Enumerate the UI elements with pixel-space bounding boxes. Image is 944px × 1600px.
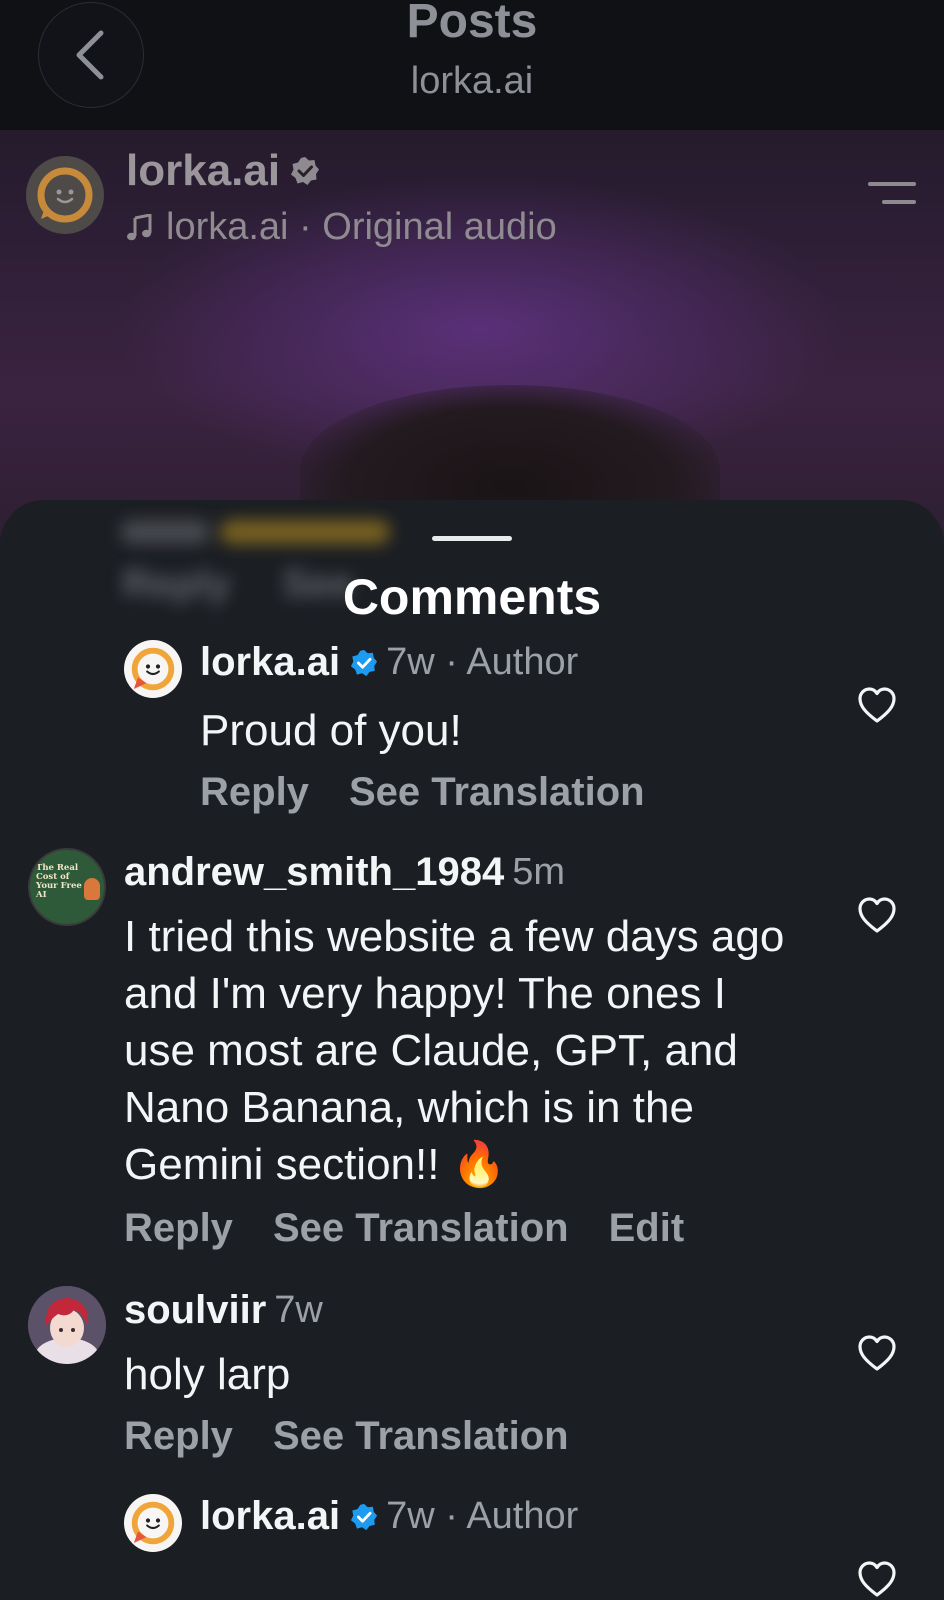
heart-icon[interactable] xyxy=(856,1558,898,1600)
see-translation-button[interactable]: See Translation xyxy=(273,1414,569,1459)
comment-username[interactable]: andrew_smith_1984 xyxy=(124,850,504,895)
sheet-title: Comments xyxy=(342,569,602,625)
comment-username[interactable]: lorka.ai xyxy=(200,640,340,685)
comment-meta: 7w · Author xyxy=(386,1495,579,1537)
ghost-previous-comment xyxy=(120,514,400,554)
avatar-book-cover: The Real Cost of Your Free AI xyxy=(36,863,82,900)
comment-username[interactable]: lorka.ai xyxy=(200,1494,340,1539)
comment-meta: 5m xyxy=(512,851,565,893)
comment-text: Proud of you! xyxy=(200,706,462,755)
lorka-logo-icon xyxy=(37,167,93,223)
post-audio-label: lorka.ai · Original audio xyxy=(166,206,557,248)
comment-text: holy larp xyxy=(124,1350,291,1399)
post-author-avatar[interactable] xyxy=(26,156,104,234)
edit-button[interactable]: Edit xyxy=(609,1206,685,1251)
comment-meta: 7w · Author xyxy=(386,641,579,683)
lorka-logo-icon xyxy=(131,1501,175,1545)
avatar[interactable]: The Real Cost of Your Free AI xyxy=(28,848,106,926)
verified-icon xyxy=(350,1503,378,1531)
music-note-icon xyxy=(127,213,152,240)
avatar[interactable] xyxy=(124,640,182,698)
post-author-name: lorka.ai xyxy=(126,146,281,195)
verified-icon xyxy=(350,649,378,677)
verified-icon xyxy=(291,157,320,185)
comments-sheet: Reply See Comments lorka.ai 7w · Author … xyxy=(0,500,944,1600)
heart-icon[interactable] xyxy=(856,684,898,726)
avatar[interactable] xyxy=(28,1286,106,1364)
comment-text: I tried this website a few days ago and … xyxy=(124,912,785,1189)
see-translation-button[interactable]: See Translation xyxy=(273,1206,569,1251)
menu-icon[interactable] xyxy=(866,182,916,212)
top-bar: Posts lorka.ai xyxy=(0,0,944,130)
reply-button[interactable]: Reply xyxy=(124,1206,233,1251)
heart-icon[interactable] xyxy=(856,1332,898,1374)
avatar[interactable] xyxy=(124,1494,182,1552)
heart-icon[interactable] xyxy=(856,894,898,936)
page-subtitle: lorka.ai xyxy=(410,60,534,102)
reply-button[interactable]: Reply xyxy=(124,1414,233,1459)
lorka-logo-icon xyxy=(131,647,175,691)
comment-meta: 7w xyxy=(274,1289,323,1331)
reply-button[interactable]: Reply xyxy=(200,770,309,815)
avatar-fox-illustration xyxy=(84,878,100,900)
sheet-grabber[interactable] xyxy=(432,536,512,541)
post-audio-row[interactable]: lorka.ai · Original audio xyxy=(126,206,557,249)
anime-avatar-illustration xyxy=(28,1286,106,1364)
comment-username[interactable]: soulviir xyxy=(124,1288,266,1333)
page-title: Posts xyxy=(406,0,538,48)
see-translation-button[interactable]: See Translation xyxy=(349,770,645,815)
post-author[interactable]: lorka.ai xyxy=(126,146,320,196)
